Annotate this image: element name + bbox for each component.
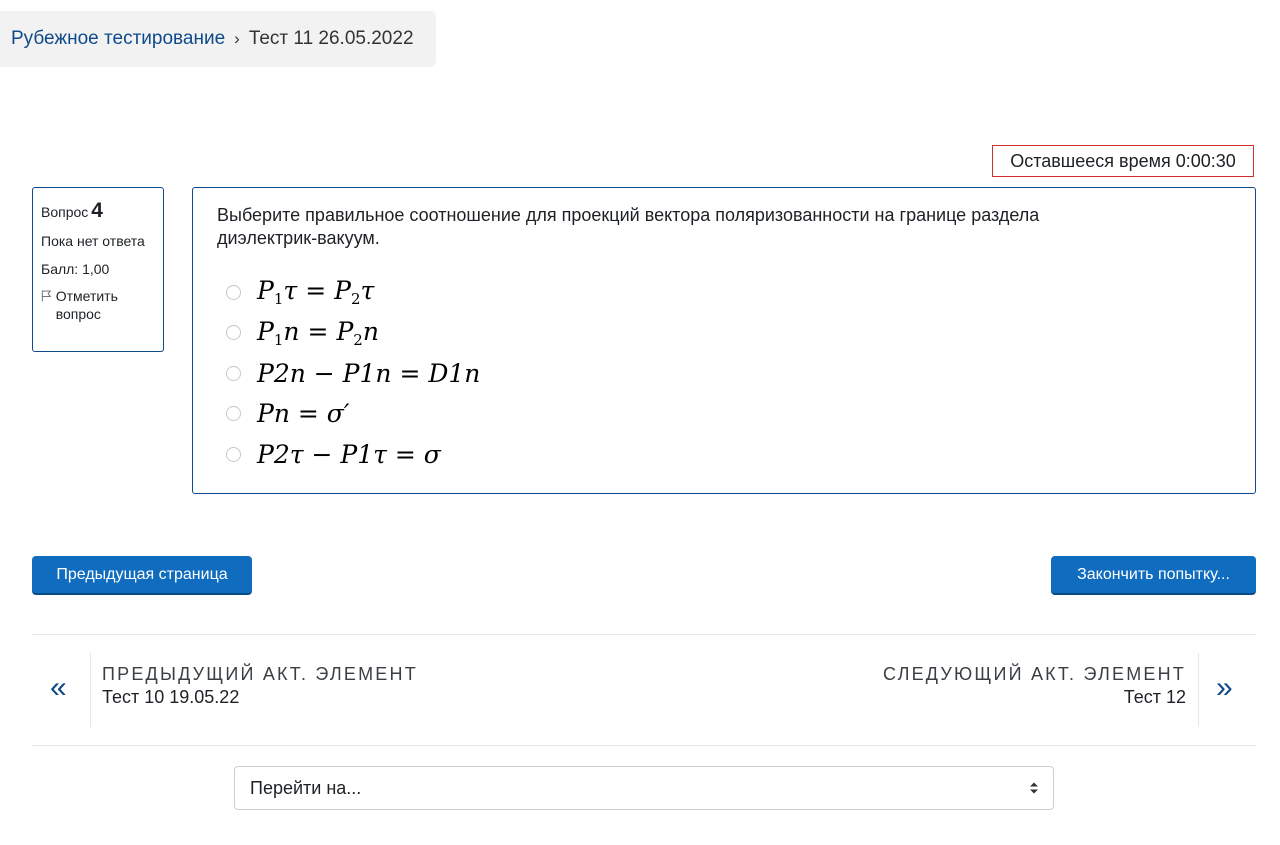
radio-button[interactable] bbox=[226, 284, 241, 300]
divider bbox=[1198, 653, 1199, 727]
answer-option-2[interactable]: P1n = P2n bbox=[217, 313, 1231, 354]
double-chevron-left-icon[interactable]: « bbox=[50, 673, 67, 703]
divider bbox=[32, 634, 1256, 635]
question-content: Выберите правильное соотношение для прое… bbox=[192, 187, 1256, 494]
answer-option-1[interactable]: P1τ = P2τ bbox=[217, 272, 1231, 313]
radio-button[interactable] bbox=[226, 365, 241, 381]
radio-button[interactable] bbox=[226, 325, 241, 341]
jump-to-select[interactable]: Перейти на... bbox=[234, 766, 1054, 810]
answer-option-5[interactable]: P2τ − P1τ = σ bbox=[217, 434, 1231, 475]
answer-formula: P1n = P2n bbox=[257, 316, 379, 349]
next-activity-link[interactable]: Следующий акт. элемент Тест 12 bbox=[883, 664, 1186, 708]
flag-question-label: Отметить вопрос bbox=[55, 288, 118, 322]
question-label: Вопрос bbox=[41, 204, 89, 220]
double-chevron-right-icon[interactable]: » bbox=[1216, 673, 1233, 703]
question-text: Выберите правильное соотношение для прое… bbox=[217, 205, 1040, 248]
answer-formula: P1τ = P2τ bbox=[257, 276, 375, 309]
answer-formula: P2n − P1n = D1n bbox=[257, 358, 481, 388]
question-number: 4 bbox=[91, 199, 103, 222]
question-info-panel: Вопрос 4 Пока нет ответа Балл: 1,00 Отме… bbox=[32, 187, 164, 352]
radio-button[interactable] bbox=[226, 446, 241, 462]
quiz-timer: Оставшееся время 0:00:30 bbox=[992, 145, 1254, 177]
answer-formula: P2τ − P1τ = σ bbox=[257, 439, 441, 469]
select-caret-icon bbox=[1030, 782, 1038, 794]
jump-to-selected: Перейти на... bbox=[250, 777, 362, 798]
flag-icon bbox=[41, 290, 52, 302]
previous-page-button[interactable]: Предыдущая страница bbox=[32, 556, 252, 595]
timer-value: 0:00:30 bbox=[1175, 150, 1236, 171]
answer-option-3[interactable]: P2n − P1n = D1n bbox=[217, 353, 1231, 394]
question-state: Пока нет ответа bbox=[41, 233, 145, 250]
timer-label: Оставшееся время bbox=[1010, 150, 1171, 171]
answer-list: P1τ = P2τ P1n = P2n P2n − P1n = D1n Pn = σ′ … bbox=[217, 272, 1231, 475]
breadcrumb-link-course[interactable]: Рубежное тестирование bbox=[11, 28, 225, 50]
divider bbox=[32, 745, 1256, 746]
previous-activity-title: Тест 10 19.05.22 bbox=[102, 687, 240, 707]
divider bbox=[90, 653, 91, 727]
answer-formula: Pn = σ′ bbox=[257, 399, 350, 429]
next-activity-title: Тест 12 bbox=[1123, 687, 1186, 707]
radio-button[interactable] bbox=[226, 406, 241, 422]
flag-question-toggle[interactable]: Отметить вопрос bbox=[41, 288, 155, 323]
breadcrumb-current: Тест 11 26.05.2022 bbox=[248, 28, 414, 49]
previous-activity-label: Предыдущий акт. элемент bbox=[102, 664, 418, 684]
answer-option-4[interactable]: Pn = σ′ bbox=[217, 394, 1231, 435]
next-activity-label: Следующий акт. элемент bbox=[882, 664, 1186, 684]
breadcrumb-separator: › bbox=[234, 29, 240, 48]
breadcrumb: Рубежное тестирование › Тест 11 26.05.20… bbox=[0, 11, 436, 67]
previous-activity-link[interactable]: Предыдущий акт. элемент Тест 10 19.05.22 bbox=[102, 664, 418, 708]
finish-attempt-button[interactable]: Закончить попытку... bbox=[1051, 556, 1256, 595]
question-grade: Балл: 1,00 bbox=[41, 260, 110, 277]
